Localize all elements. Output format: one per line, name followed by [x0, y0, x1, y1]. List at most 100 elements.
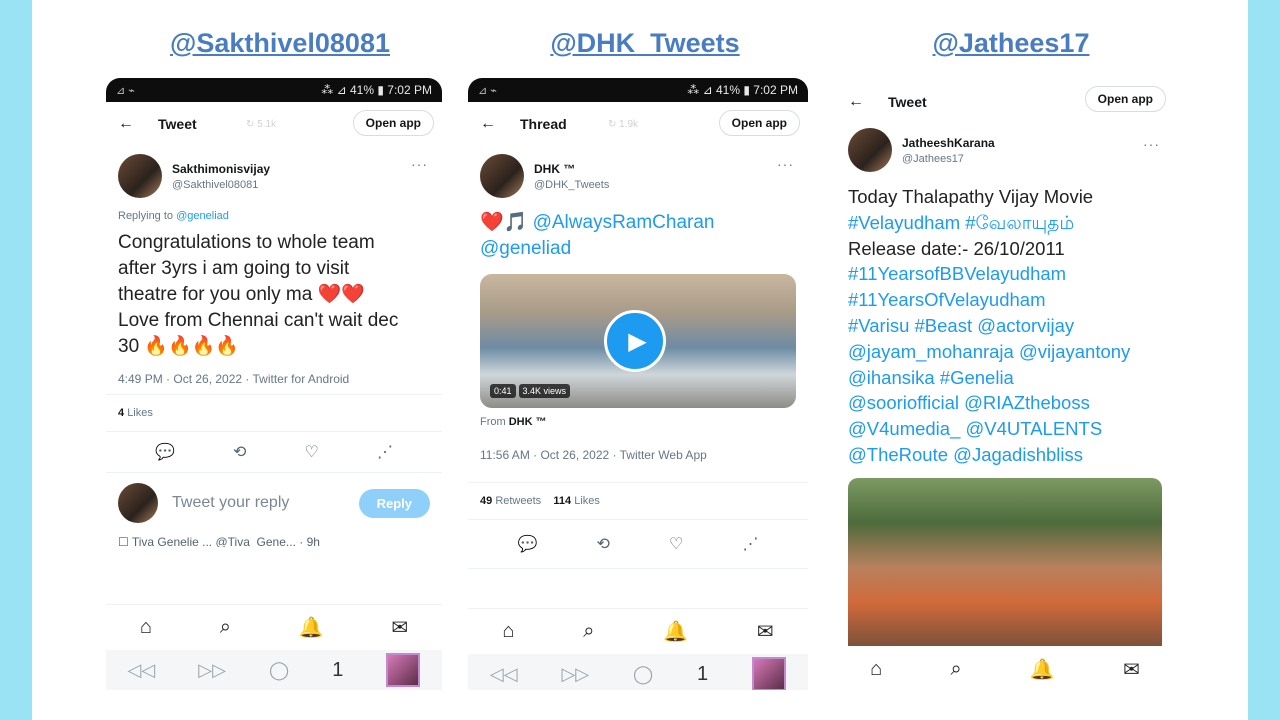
video-duration: 0:41 — [490, 384, 516, 398]
faded-retweet-count: ↻ 1.9k — [608, 118, 639, 130]
reply-icon[interactable]: 💬 — [518, 534, 538, 554]
tweet-stats[interactable]: 4 Likes — [106, 394, 442, 432]
avatar[interactable] — [480, 154, 524, 198]
home-icon[interactable]: ⌂ — [502, 620, 514, 643]
video-player[interactable]: ▶ 0:41 3.4K views — [480, 274, 796, 408]
forward-nav-icon[interactable]: ▷▷ — [561, 664, 589, 685]
home-icon[interactable]: ⌂ — [870, 658, 882, 681]
bell-icon[interactable]: 🔔 — [299, 615, 324, 640]
back-arrow-icon[interactable]: ← — [480, 115, 496, 133]
page-title: Tweet — [158, 116, 197, 132]
replying-to-link[interactable]: @geneliad — [176, 210, 229, 222]
tweet-meta: 4:49 PM · Oct 26, 2022 · Twitter for And… — [118, 372, 350, 386]
action-bar: 💬 ⟲ ♡ ⋰ — [468, 520, 808, 569]
faded-retweet-count: ↻ 5.1k — [246, 118, 277, 130]
replying-to: Replying to @geneliad — [118, 210, 229, 222]
video-views: 3.4K views — [518, 384, 571, 398]
author-name: JatheeshKarana — [902, 135, 995, 150]
bell-icon[interactable]: 🔔 — [1030, 657, 1055, 682]
search-icon[interactable]: ⌕ — [583, 620, 594, 643]
video-source: From DHK ™ — [480, 416, 547, 428]
column-2-handle[interactable]: @DHK_Tweets — [480, 28, 810, 59]
status-bar: ⊿ ⌁ ⁂ ⊿ 41% ▮ 7:02 PM — [468, 78, 808, 102]
tweet-text: Congratulations to whole team after 3yrs… — [118, 232, 399, 357]
tweet-author[interactable]: JatheeshKarana @Jathees17 ··· — [836, 126, 1174, 180]
retweet-icon[interactable]: ⟲ — [597, 534, 610, 554]
more-options-icon[interactable]: ··· — [1143, 136, 1160, 152]
back-arrow-icon[interactable]: ← — [848, 93, 864, 111]
retweet-icon[interactable]: ⟲ — [233, 442, 246, 462]
next-reply-preview[interactable]: ☐ Tiva Genelie ... @Tiva_Gene... · 9h — [106, 533, 442, 547]
more-options-icon[interactable]: ··· — [411, 156, 428, 172]
author-handle: @Jathees17 — [902, 152, 964, 165]
tweet-photo[interactable] — [848, 477, 1162, 656]
top-bar: ← Tweet Open app — [836, 78, 1174, 126]
reply-input[interactable]: Tweet your reply — [172, 494, 359, 512]
avatar[interactable] — [118, 154, 162, 198]
right-cyan-band — [1248, 0, 1280, 720]
page-title: Tweet — [888, 94, 927, 110]
search-icon[interactable]: ⌕ — [220, 616, 231, 639]
reply-icon[interactable]: 💬 — [155, 442, 175, 462]
action-bar: 💬 ⟲ ♡ ⋰ — [106, 432, 442, 473]
status-icons-left: ⊿ ⌁ — [116, 84, 135, 97]
tweet-author[interactable]: Sakthimonisvijay @Sakthivel08081 ··· — [106, 146, 442, 206]
like-icon[interactable]: ♡ — [669, 534, 683, 554]
play-icon[interactable]: ▶ — [604, 310, 666, 372]
tab-count[interactable]: 1 — [332, 659, 343, 682]
phone-1: ⊿ ⌁ ⁂ ⊿ 41% ▮ 7:02 PM ← Tweet ↻ 5.1k Ope… — [106, 78, 442, 690]
tweet-text: ❤️🎵 @AlwaysRamCharan @geneliad — [480, 212, 715, 259]
bottom-nav: ⌂ ⌕ 🔔 ✉ — [468, 608, 808, 654]
back-nav-icon[interactable]: ◁◁ — [490, 664, 518, 685]
phone-2: ⊿ ⌁ ⁂ ⊿ 41% ▮ 7:02 PM ← Thread ↻ 1.9k Op… — [468, 78, 808, 690]
left-cyan-band — [0, 0, 32, 720]
bell-icon[interactable]: 🔔 — [663, 619, 688, 644]
like-icon[interactable]: ♡ — [305, 442, 319, 462]
reload-icon[interactable]: ◯ — [269, 660, 289, 681]
mail-icon[interactable]: ✉ — [1123, 657, 1140, 682]
back-arrow-icon[interactable]: ← — [118, 115, 134, 133]
reply-button[interactable]: Reply — [358, 488, 430, 518]
system-nav: ◁◁ ▷▷ ◯ 1 — [468, 654, 808, 690]
home-icon[interactable]: ⌂ — [140, 616, 152, 639]
status-right: ⁂ ⊿ 41% ▮ 7:02 PM — [321, 83, 432, 97]
tweet-meta: 11:56 AM · Oct 26, 2022 · Twitter Web Ap… — [480, 448, 707, 462]
column-3-handle[interactable]: @Jathees17 — [846, 28, 1176, 59]
more-options-icon[interactable]: ··· — [777, 156, 794, 172]
author-handle: @Sakthivel08081 — [172, 178, 259, 191]
mail-icon[interactable]: ✉ — [391, 615, 408, 640]
status-icons-left: ⊿ ⌁ — [478, 84, 497, 97]
reload-icon[interactable]: ◯ — [633, 664, 653, 685]
back-nav-icon[interactable]: ◁◁ — [128, 660, 156, 681]
phone-3: ← Tweet Open app JatheeshKarana @Jathees… — [836, 78, 1174, 690]
system-nav: ◁◁ ▷▷ ◯ 1 — [106, 650, 442, 690]
bottom-nav: ⌂ ⌕ 🔔 ✉ — [106, 604, 442, 650]
share-icon[interactable]: ⋰ — [742, 534, 758, 554]
video-source-name[interactable]: DHK ™ — [509, 416, 547, 428]
avatar[interactable] — [848, 128, 892, 172]
search-icon[interactable]: ⌕ — [950, 658, 961, 681]
reply-composer: Tweet your reply Reply — [106, 473, 442, 533]
tweet-text: Today Thalapathy Vijay Movie #Velayudham… — [848, 186, 1131, 465]
mail-icon[interactable]: ✉ — [757, 619, 774, 644]
top-bar: ← Tweet ↻ 5.1k Open app — [106, 102, 442, 146]
page-title: Thread — [520, 116, 567, 132]
author-handle: @DHK_Tweets — [534, 178, 610, 191]
profile-thumbnail[interactable] — [386, 653, 421, 687]
status-bar: ⊿ ⌁ ⁂ ⊿ 41% ▮ 7:02 PM — [106, 78, 442, 102]
open-app-button[interactable]: Open app — [1084, 86, 1166, 112]
top-bar: ← Thread ↻ 1.9k Open app — [468, 102, 808, 146]
forward-nav-icon[interactable]: ▷▷ — [198, 660, 226, 681]
author-name: Sakthimonisvijay — [172, 161, 271, 176]
video-badges: 0:41 3.4K views — [490, 384, 571, 398]
tab-count[interactable]: 1 — [697, 663, 708, 686]
tweet-author[interactable]: DHK ™ @DHK_Tweets ··· — [468, 146, 808, 206]
tweet-stats[interactable]: 49 Retweets 114 Likes — [468, 482, 808, 520]
profile-thumbnail[interactable] — [752, 657, 787, 690]
author-name: DHK ™ — [534, 161, 576, 176]
share-icon[interactable]: ⋰ — [377, 442, 393, 462]
open-app-button[interactable]: Open app — [718, 110, 800, 136]
open-app-button[interactable]: Open app — [352, 110, 434, 136]
column-1-handle[interactable]: @Sakthivel08081 — [115, 28, 445, 59]
status-right: ⁂ ⊿ 41% ▮ 7:02 PM — [687, 83, 798, 97]
